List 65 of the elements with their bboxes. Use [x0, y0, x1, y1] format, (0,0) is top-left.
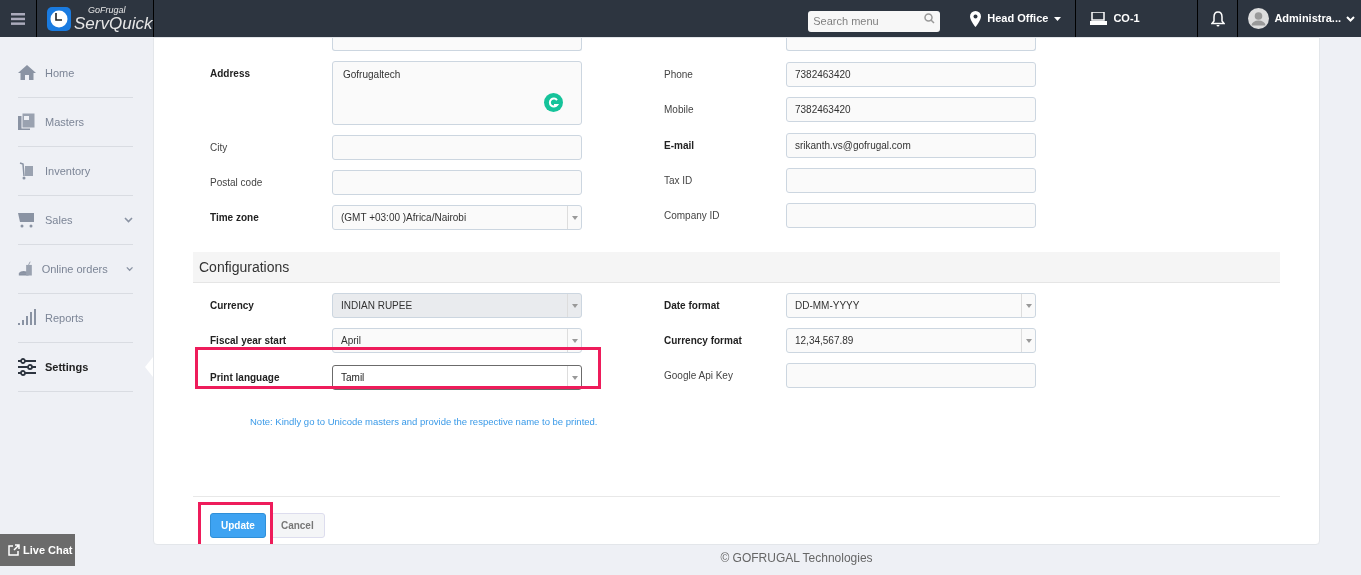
- brand-tagline: GoFrugal: [87, 5, 127, 15]
- input-field[interactable]: [332, 38, 582, 51]
- caret-icon: [571, 215, 578, 220]
- user-menu[interactable]: Administra...: [1238, 0, 1361, 37]
- caret-icon: [1025, 338, 1032, 343]
- field-label: Postal code: [210, 176, 264, 190]
- search-icon[interactable]: [924, 13, 936, 24]
- select-field[interactable]: April: [332, 328, 582, 353]
- menu-icon[interactable]: [11, 12, 25, 25]
- cart-icon: [18, 211, 36, 229]
- field-label: Address: [210, 67, 251, 81]
- chevron-down-icon: [1346, 15, 1355, 22]
- search-field[interactable]: Search menu: [808, 10, 941, 32]
- input-field[interactable]: srikanth.vs@gofrugal.com: [786, 133, 1036, 158]
- input-field[interactable]: [786, 363, 1036, 388]
- brand-name: ServQuick: [74, 14, 153, 32]
- field-label: Time zone: [210, 211, 260, 225]
- bell-icon[interactable]: [1210, 10, 1225, 27]
- field-label: Date format: [664, 299, 721, 313]
- external-link-icon: [8, 544, 20, 556]
- input-field[interactable]: [332, 135, 582, 160]
- input-field[interactable]: 7382463420: [786, 62, 1036, 87]
- sidebar-item[interactable]: Settings: [18, 343, 133, 392]
- caret-icon: [1054, 16, 1062, 21]
- field-label: Print language: [210, 371, 281, 385]
- input-field[interactable]: [786, 203, 1036, 228]
- field-label: Fiscal year start: [210, 334, 288, 348]
- field-label: Currency format: [664, 334, 743, 348]
- note-text: Note: Kindly go to Unicode masters and provide the respective name to be printed.: [249, 415, 599, 429]
- field-label: Company ID: [664, 209, 721, 223]
- caret-icon: [1025, 303, 1032, 308]
- select-field[interactable]: 12,34,567.89: [786, 328, 1036, 353]
- input-field[interactable]: [332, 170, 582, 195]
- grammar-check-icon[interactable]: [544, 93, 563, 112]
- select-field[interactable]: Tamil: [332, 365, 582, 390]
- clock-logo-icon: [47, 6, 71, 31]
- documents-icon: [18, 113, 36, 131]
- caret-icon: [571, 338, 578, 343]
- house-icon: [18, 64, 36, 82]
- caret-icon: [571, 375, 578, 380]
- address-field[interactable]: Gofrugaltech: [332, 61, 582, 125]
- field-label: Phone: [664, 68, 694, 82]
- live-chat-button[interactable]: Live Chat: [0, 534, 75, 566]
- footer-text: © GOFRUGAL Technologies: [720, 550, 873, 567]
- section-title: Configurations: [199, 257, 290, 277]
- field-label: Currency: [210, 299, 255, 313]
- map-pin-icon: [970, 10, 982, 27]
- field-label: Tax ID: [664, 174, 694, 188]
- select-field[interactable]: DD-MM-YYYY: [786, 293, 1036, 318]
- input-field[interactable]: 7382463420: [786, 97, 1036, 122]
- field-label: Google Api Key: [664, 369, 734, 383]
- food-tray-icon: [18, 260, 33, 278]
- avatar-icon: [1248, 8, 1270, 29]
- bar-signal-icon: [18, 309, 36, 327]
- input-field[interactable]: [786, 168, 1036, 193]
- field-label: City: [210, 141, 229, 155]
- sliders-icon: [18, 358, 36, 376]
- field-label: E-mail: [664, 139, 695, 153]
- counter-label: CO-1: [1113, 11, 1140, 27]
- select-field[interactable]: (GMT +03:00 )Africa/Nairobi: [332, 205, 582, 230]
- caret-icon: [571, 303, 578, 308]
- field-label: Mobile: [664, 103, 695, 117]
- computer-icon: [1090, 11, 1108, 26]
- hand-truck-icon: [18, 162, 36, 180]
- input-field[interactable]: [786, 38, 1036, 51]
